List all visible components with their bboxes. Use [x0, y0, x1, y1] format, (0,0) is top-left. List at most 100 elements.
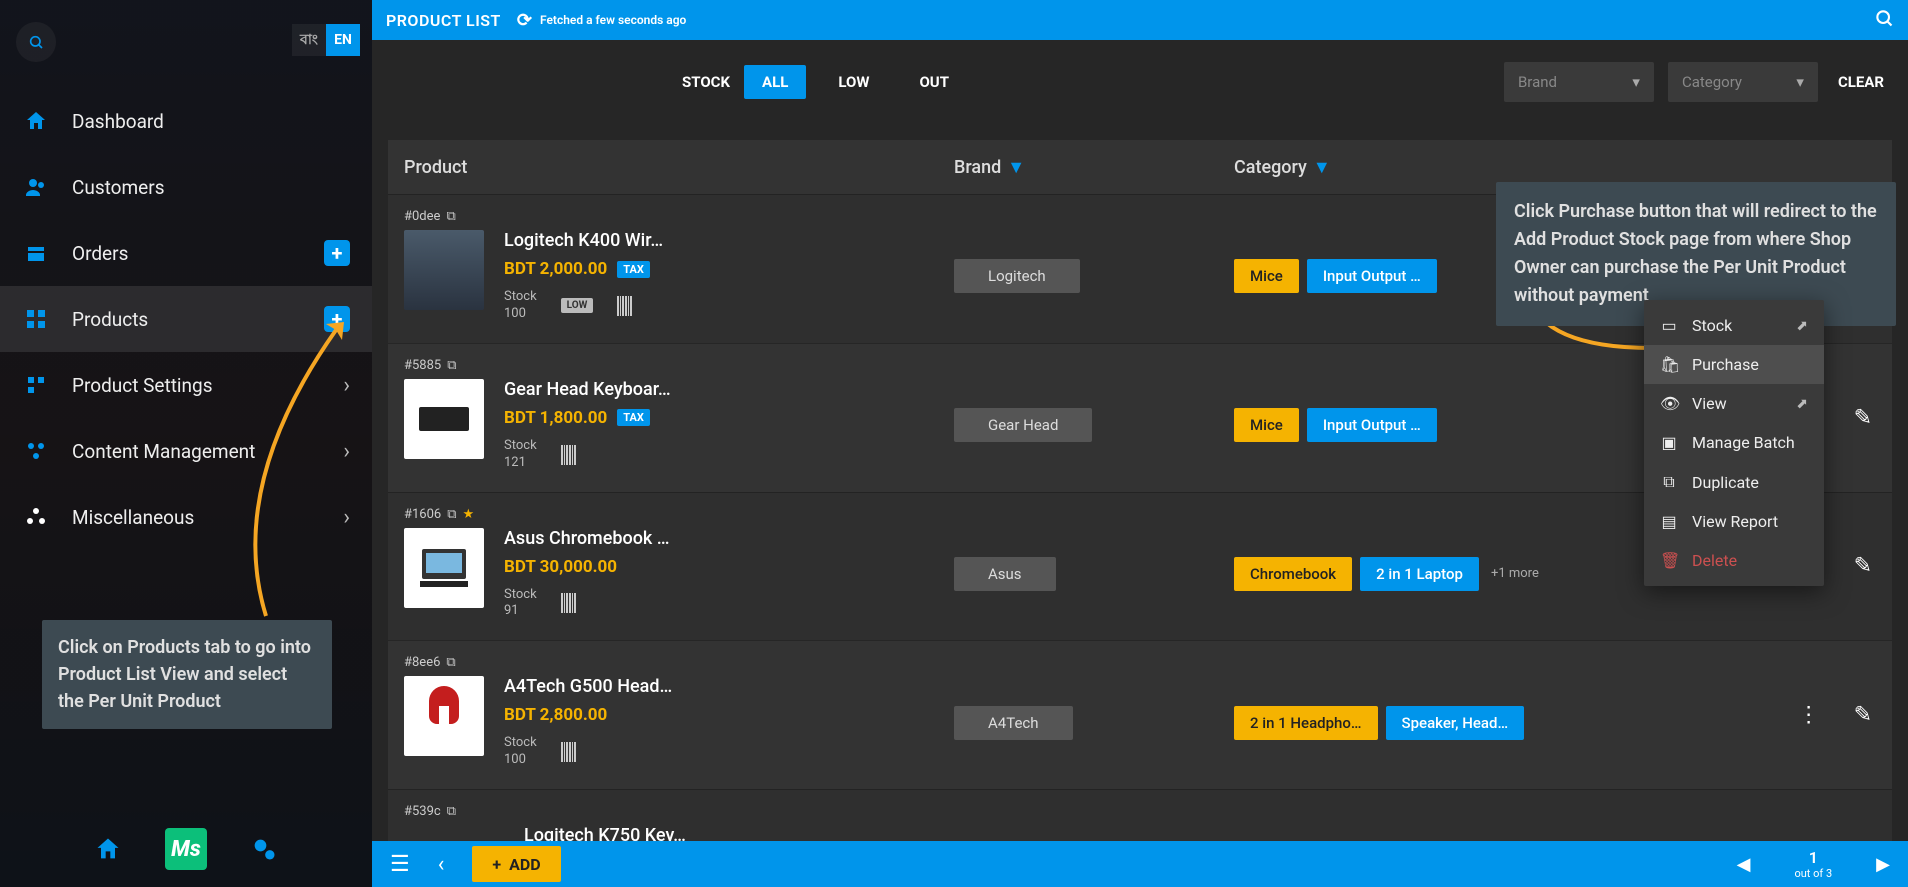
- product-name: A4Tech G500 Head…: [504, 676, 684, 697]
- sidebar-item-content-management[interactable]: Content Management ›: [0, 418, 372, 484]
- low-badge: LOW: [561, 298, 594, 313]
- lang-inactive[interactable]: বাং: [292, 24, 326, 56]
- plus-icon: +: [492, 855, 501, 874]
- edit-button[interactable]: ✎: [1854, 405, 1872, 430]
- ms-logo[interactable]: Ms: [165, 828, 207, 870]
- external-link-icon: ⬈: [1796, 318, 1808, 334]
- edit-button[interactable]: ✎: [1854, 554, 1872, 579]
- brand-pill[interactable]: A4Tech: [954, 706, 1073, 740]
- table-row[interactable]: #8ee6 ⧉ A4Tech G500 Head… BDT 2,800.00 S…: [388, 640, 1892, 789]
- product-name: Asus Chromebook …: [504, 528, 684, 549]
- segment-out[interactable]: OUT: [901, 65, 967, 99]
- chevron-down-icon: ▾: [1632, 73, 1640, 91]
- add-button[interactable]: + ADD: [472, 846, 560, 882]
- stock-qty: 121: [504, 455, 537, 472]
- category-chip[interactable]: Input Output …: [1307, 408, 1437, 442]
- product-name: Gear Head Keyboar…: [504, 379, 684, 400]
- category-dropdown[interactable]: Category ▾: [1668, 62, 1818, 102]
- category-chip[interactable]: 2 in 1 Headpho…: [1234, 706, 1378, 740]
- segment-low[interactable]: LOW: [820, 65, 887, 99]
- menu-duplicate[interactable]: ⧉ Duplicate: [1644, 462, 1824, 502]
- product-id: #8ee6: [404, 655, 440, 670]
- topbar-search-button[interactable]: [1874, 8, 1894, 33]
- refresh-icon: ⟳: [517, 10, 532, 31]
- page-total: out of 3: [1794, 867, 1832, 880]
- brand-pill[interactable]: Logitech: [954, 259, 1080, 293]
- orders-icon: [22, 239, 50, 267]
- menu-manage-batch[interactable]: ▣ Manage Batch: [1644, 423, 1824, 462]
- chevron-right-icon: ›: [343, 373, 350, 398]
- sidebar-item-orders[interactable]: Orders +: [0, 220, 372, 286]
- brand-pill[interactable]: Gear Head: [954, 408, 1092, 442]
- sidebar-item-label: Product Settings: [72, 374, 213, 397]
- sidebar-item-customers[interactable]: Customers: [0, 154, 372, 220]
- header-brand[interactable]: Brand ▼: [954, 157, 1234, 178]
- copy-icon[interactable]: ⧉: [447, 804, 456, 819]
- brand-pill[interactable]: Asus: [954, 557, 1056, 591]
- stock-label: Stock: [504, 735, 537, 752]
- sidebar-item-products[interactable]: Products +: [0, 286, 372, 352]
- add-product-button[interactable]: +: [324, 306, 350, 332]
- sidebar-item-dashboard[interactable]: Dashboard: [0, 88, 372, 154]
- home-button[interactable]: [89, 830, 127, 868]
- stock-label: Stock: [504, 587, 537, 604]
- menu-view-report[interactable]: ▤ View Report: [1644, 502, 1824, 541]
- page-next[interactable]: ▶: [1876, 854, 1890, 875]
- menu-button[interactable]: ☰: [390, 852, 410, 877]
- filter-icon[interactable]: ▼: [1313, 157, 1331, 178]
- brand-dropdown[interactable]: Brand ▾: [1504, 62, 1654, 102]
- copy-icon[interactable]: ⧉: [447, 507, 456, 522]
- back-button[interactable]: ‹: [438, 852, 445, 877]
- menu-purchase[interactable]: 🛍 Purchase: [1644, 345, 1824, 384]
- segment-all[interactable]: ALL: [744, 65, 806, 99]
- sidebar-nav: Dashboard Customers Orders + Products + …: [0, 88, 372, 550]
- copy-icon[interactable]: ⧉: [446, 209, 455, 224]
- misc-icon: [22, 503, 50, 531]
- chevron-right-icon: ›: [343, 439, 350, 464]
- category-chip[interactable]: Chromebook: [1234, 557, 1352, 591]
- edit-button[interactable]: ✎: [1854, 703, 1872, 728]
- tooltip-products-tab: Click on Products tab to go into Product…: [42, 620, 332, 729]
- report-icon: ▤: [1660, 512, 1678, 531]
- sidebar-search-button[interactable]: [16, 22, 56, 62]
- language-toggle[interactable]: বাং EN: [292, 24, 360, 56]
- delete-icon: 🗑: [1660, 551, 1678, 570]
- dropdown-label: Brand: [1518, 73, 1557, 91]
- filter-icon[interactable]: ▼: [1007, 157, 1025, 178]
- menu-stock[interactable]: ▭ Stock ⬈: [1644, 306, 1824, 345]
- page-prev[interactable]: ◀: [1737, 854, 1751, 875]
- menu-delete[interactable]: 🗑 Delete: [1644, 541, 1824, 580]
- category-chip[interactable]: 2 in 1 Laptop: [1360, 557, 1479, 591]
- sidebar-item-miscellaneous[interactable]: Miscellaneous ›: [0, 484, 372, 550]
- chevron-down-icon: ▾: [1796, 73, 1804, 91]
- dropdown-label: Category: [1682, 73, 1742, 91]
- category-chip[interactable]: Input Output …: [1307, 259, 1437, 293]
- menu-view[interactable]: 👁 View ⬈: [1644, 384, 1824, 423]
- stock-label: STOCK: [682, 73, 730, 91]
- category-chip[interactable]: Mice: [1234, 259, 1299, 293]
- header-category[interactable]: Category ▼: [1234, 157, 1534, 178]
- copy-icon[interactable]: ⧉: [446, 655, 455, 670]
- chevron-right-icon: ›: [343, 505, 350, 530]
- row-menu-button[interactable]: ⋮: [1798, 703, 1818, 728]
- product-price: BDT 1,800.00: [504, 408, 607, 428]
- pager: ◀ 1 out of 3 ▶: [1737, 848, 1890, 880]
- view-icon: 👁: [1660, 394, 1678, 413]
- gear-button[interactable]: [245, 830, 283, 868]
- more-chips[interactable]: +1 more: [1491, 566, 1539, 582]
- add-order-button[interactable]: +: [324, 240, 350, 266]
- sidebar-item-product-settings[interactable]: Product Settings ›: [0, 352, 372, 418]
- product-price: BDT 2,000.00: [504, 259, 607, 279]
- external-link-icon: ⬈: [1796, 396, 1808, 412]
- copy-icon[interactable]: ⧉: [447, 358, 456, 373]
- clear-button[interactable]: CLEAR: [1838, 73, 1884, 91]
- lang-active[interactable]: EN: [326, 24, 360, 56]
- category-chip[interactable]: Mice: [1234, 408, 1299, 442]
- sidebar-item-label: Content Management: [72, 440, 255, 463]
- products-icon: [22, 305, 50, 333]
- category-chip[interactable]: Speaker, Head…: [1386, 706, 1525, 740]
- search-icon: [28, 34, 44, 50]
- refresh-button[interactable]: ⟳ Fetched a few seconds ago: [517, 10, 686, 31]
- sidebar: বাং EN Dashboard Customers Orders + Prod…: [0, 0, 372, 887]
- barcode-icon: [561, 445, 576, 465]
